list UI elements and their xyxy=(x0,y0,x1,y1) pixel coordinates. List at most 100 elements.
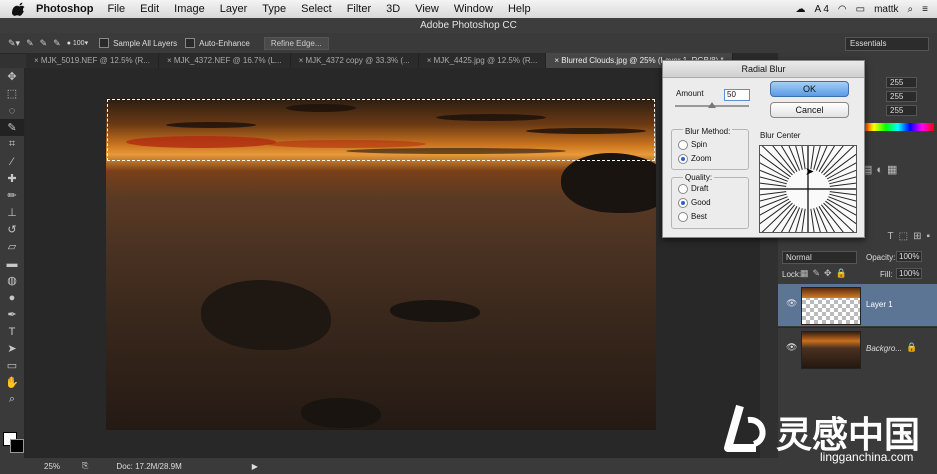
background-color-swatch[interactable] xyxy=(10,439,24,453)
zoom-level[interactable]: 25% xyxy=(44,462,60,471)
eyedropper-tool-icon[interactable]: ⁄ xyxy=(0,153,24,170)
cloud-icon[interactable]: ☁ xyxy=(795,4,805,15)
subtract-from-selection-icon[interactable]: ✎ xyxy=(53,38,61,49)
watermark: 灵感中国 lingganchina.com xyxy=(718,400,923,468)
pen-tool-icon[interactable]: ✒ xyxy=(0,306,24,323)
refine-edge-button[interactable]: Refine Edge... xyxy=(263,36,329,50)
status-indicator[interactable]: A 4 xyxy=(814,4,828,15)
auto-enhance-checkbox[interactable] xyxy=(185,38,196,48)
zoom-label[interactable]: Zoom xyxy=(691,154,711,163)
menu-file[interactable]: File xyxy=(107,3,125,15)
brush-size[interactable]: ● 100▾ xyxy=(67,39,88,47)
clone-stamp-tool-icon[interactable]: ⊥ xyxy=(0,204,24,221)
new-selection-icon[interactable]: ✎ xyxy=(26,38,34,49)
type-tool-icon[interactable]: T xyxy=(0,323,24,340)
document-tab[interactable]: × MJK_4372.NEF @ 16.7% (L... xyxy=(159,53,291,68)
add-to-selection-icon[interactable]: ✎ xyxy=(40,38,48,49)
layer-thumbnail[interactable] xyxy=(801,331,861,369)
zoom-radio[interactable] xyxy=(678,154,688,164)
channel-value-r[interactable]: 255 xyxy=(886,77,917,88)
search-icon[interactable]: ⌕ xyxy=(908,4,914,15)
lock-label: Lock: xyxy=(782,270,802,279)
spin-label[interactable]: Spin xyxy=(691,140,707,149)
tab-label: MJK_5019.NEF @ 12.5% (R... xyxy=(40,56,150,65)
move-tool-icon[interactable]: ✥ xyxy=(0,68,24,85)
blend-mode-select[interactable]: Normal xyxy=(782,251,857,264)
menu-image[interactable]: Image xyxy=(174,3,205,15)
dodge-tool-icon[interactable]: ● xyxy=(0,289,24,306)
doc-size[interactable]: Doc: 17.2M/28.9M xyxy=(116,462,181,471)
app-menu[interactable]: Photoshop xyxy=(36,3,93,15)
quick-selection-tool-icon[interactable]: ✎ xyxy=(0,119,24,136)
ok-button[interactable]: OK xyxy=(770,81,849,97)
menu-window[interactable]: Window xyxy=(454,3,493,15)
eye-icon[interactable]: 👁 xyxy=(786,298,797,309)
lock-icons[interactable]: ▦✎✥🔒 xyxy=(800,268,851,279)
best-label[interactable]: Best xyxy=(691,212,707,221)
path-selection-tool-icon[interactable]: ➤ xyxy=(0,340,24,357)
menu-3d[interactable]: 3D xyxy=(386,3,400,15)
menu-filter[interactable]: Filter xyxy=(347,3,371,15)
eye-icon[interactable]: 👁 xyxy=(786,342,797,353)
document-tab[interactable]: × MJK_5019.NEF @ 12.5% (R... xyxy=(26,53,159,68)
close-icon[interactable]: × xyxy=(167,56,174,65)
list-icon[interactable]: ≡ xyxy=(922,4,928,15)
brush-tool-icon[interactable]: ✏ xyxy=(0,187,24,204)
draft-label[interactable]: Draft xyxy=(691,184,708,193)
share-icon[interactable]: ⎘ xyxy=(82,461,88,471)
draft-radio[interactable] xyxy=(678,184,688,194)
lasso-tool-icon[interactable]: ◌ xyxy=(0,102,24,119)
layer-row-selected[interactable]: 👁 Layer 1 xyxy=(778,284,937,326)
blur-center-lines xyxy=(760,146,856,232)
channel-value-b[interactable]: 255 xyxy=(886,105,917,116)
battery-icon[interactable]: ▭ xyxy=(856,4,865,15)
amount-input[interactable]: 50 xyxy=(724,89,750,101)
close-icon[interactable]: × xyxy=(34,56,41,65)
good-label[interactable]: Good xyxy=(691,198,711,207)
apple-icon[interactable] xyxy=(12,2,26,16)
layer-row[interactable]: 👁 Backgro... 🔒 xyxy=(778,327,937,370)
eraser-tool-icon[interactable]: ▱ xyxy=(0,238,24,255)
sample-all-layers-checkbox[interactable] xyxy=(99,38,110,48)
menu-edit[interactable]: Edit xyxy=(140,3,159,15)
layer-thumbnail[interactable] xyxy=(801,287,861,325)
menu-layer[interactable]: Layer xyxy=(220,3,248,15)
shape-tool-icon[interactable]: ▭ xyxy=(0,357,24,374)
close-icon[interactable]: × xyxy=(427,56,434,65)
blur-center-preview[interactable] xyxy=(759,145,857,233)
cancel-button[interactable]: Cancel xyxy=(770,102,849,118)
close-icon[interactable]: × xyxy=(299,56,306,65)
wifi-icon[interactable]: ◠ xyxy=(838,4,847,15)
menu-select[interactable]: Select xyxy=(301,3,332,15)
hand-tool-icon[interactable]: ✋ xyxy=(0,374,24,391)
status-menu-arrow-icon[interactable]: ▶ xyxy=(252,462,258,471)
document-tab[interactable]: × MJK_4372 copy @ 33.3% (... xyxy=(291,53,419,68)
zoom-line xyxy=(810,208,815,232)
opacity-value[interactable]: 100% xyxy=(896,251,923,262)
spin-radio[interactable] xyxy=(678,140,688,150)
amount-slider-handle[interactable] xyxy=(708,102,716,108)
crop-tool-icon[interactable]: ⌗ xyxy=(0,136,24,153)
gradient-tool-icon[interactable]: ▬ xyxy=(0,255,24,272)
channel-value-g[interactable]: 255 xyxy=(886,91,917,102)
menu-help[interactable]: Help xyxy=(508,3,531,15)
layer-name[interactable]: Backgro... xyxy=(866,344,902,353)
fill-value[interactable]: 100% xyxy=(896,268,923,279)
history-brush-tool-icon[interactable]: ↺ xyxy=(0,221,24,238)
menu-type[interactable]: Type xyxy=(262,3,286,15)
menu-view[interactable]: View xyxy=(415,3,439,15)
quick-selection-tool-icon[interactable]: ✎▾ xyxy=(8,38,20,49)
blur-tool-icon[interactable]: ◍ xyxy=(0,272,24,289)
workspace-select[interactable]: Essentials xyxy=(845,37,929,51)
good-radio[interactable] xyxy=(678,198,688,208)
user-name[interactable]: mattk xyxy=(874,4,898,15)
tab-label: MJK_4372 copy @ 33.3% (... xyxy=(305,56,410,65)
zoom-tool-icon[interactable]: ⌕ xyxy=(0,391,24,408)
healing-brush-tool-icon[interactable]: ✚ xyxy=(0,170,24,187)
layer-name[interactable]: Layer 1 xyxy=(866,300,893,309)
color-ramp[interactable] xyxy=(862,123,934,131)
watermark-logo xyxy=(724,404,766,452)
document-tab[interactable]: × MJK_4425.jpg @ 12.5% (R... xyxy=(419,53,547,68)
best-radio[interactable] xyxy=(678,212,688,222)
marquee-tool-icon[interactable]: ⬚ xyxy=(0,85,24,102)
